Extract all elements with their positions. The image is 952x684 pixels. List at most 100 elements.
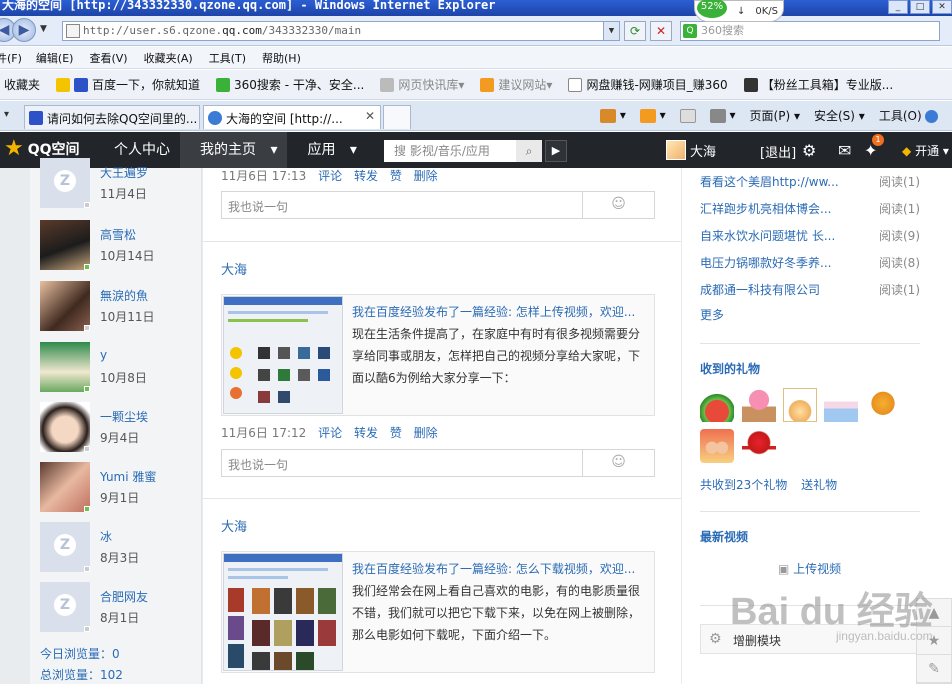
article-title[interactable]: 我在百度经验发布了一篇经验: 怎么下载视频，欢迎... (352, 560, 648, 577)
birthday-cake-gift-icon[interactable] (824, 388, 858, 422)
new-tab-button[interactable] (383, 105, 411, 129)
blog-title[interactable]: 汇祥跑步机亮相体博会... (700, 202, 831, 216)
tab-list-icon[interactable]: ▾ (4, 109, 9, 120)
menu-view[interactable]: 查看(V) (89, 50, 127, 66)
refresh-button[interactable]: ⟳ (624, 21, 646, 41)
cake-gift-icon[interactable] (783, 388, 817, 422)
blog-list-item[interactable]: 成都通一科技有限公司 阅读(1) (700, 281, 920, 308)
blog-title[interactable]: 自来水饮水问题堪忧 长... (700, 229, 835, 243)
menu-help[interactable]: 帮助(H) (262, 50, 301, 66)
fav-item-wangpan[interactable]: 网盘赚钱-网赚项目_赚360 (568, 76, 728, 93)
fav-item-webslice[interactable]: 网页快讯库 ▾ (380, 76, 464, 93)
forward-link[interactable]: 转发 (354, 426, 378, 440)
fav-item-suggested[interactable]: 建议网站 ▾ (480, 76, 552, 93)
search-icon[interactable]: ⌕ (516, 140, 542, 162)
watermelon-gift-icon[interactable] (700, 388, 734, 422)
blog-list-item[interactable]: 电压力锅哪款好冬季养... 阅读(8) (700, 254, 920, 281)
tools-menu[interactable]: 工具(O) (879, 107, 939, 124)
menu-tools[interactable]: 工具(T) (209, 50, 246, 66)
favorites-button[interactable]: 收藏夹 (4, 76, 40, 93)
menu-favorites[interactable]: 收藏夹(A) (144, 50, 193, 66)
delete-link[interactable]: 删除 (414, 426, 438, 440)
send-gift-link[interactable]: 送礼物 (801, 478, 837, 492)
post-author[interactable]: 大海 (221, 259, 247, 278)
visitor-item[interactable]: 一颗尘埃 9月4日 (40, 402, 200, 454)
comment-input[interactable]: 我也说一句 ☺ (221, 449, 655, 477)
close-tab-icon[interactable]: ✕ (365, 109, 375, 123)
search-input[interactable]: Q 360搜索 (680, 21, 940, 41)
bear-gift-icon[interactable] (866, 388, 900, 422)
address-dropdown-icon[interactable]: ▼ (603, 22, 619, 40)
blog-list-item[interactable]: 自来水饮水问题堪忧 长... 阅读(9) (700, 227, 920, 254)
visitor-name[interactable]: 冰 (100, 528, 112, 545)
tab-qq-question[interactable]: 请问如何去除QQ空间里的... (24, 105, 200, 129)
gear-icon[interactable]: ⚙ (802, 141, 816, 160)
home-button[interactable]: ▾ (600, 108, 626, 123)
fav-item-360search[interactable]: 360搜索 - 干净、安全... (216, 76, 364, 93)
history-dropdown-icon[interactable]: ▼ (40, 24, 47, 34)
emoji-icon[interactable]: ☺ (582, 450, 654, 476)
menu-file[interactable]: 件(F) (0, 50, 22, 66)
visitor-name[interactable]: y (100, 348, 107, 362)
visitor-name[interactable]: 一颗尘埃 (100, 408, 148, 425)
delete-link[interactable]: 删除 (414, 169, 438, 183)
more-link[interactable]: 更多 (700, 306, 724, 323)
nav-apps[interactable]: 应用 ▾ (287, 132, 366, 168)
stop-button[interactable]: ✕ (650, 21, 672, 41)
logout-link[interactable]: [退出] (760, 142, 796, 161)
shared-article-card[interactable]: 我在百度经验发布了一篇经验: 怎么下载视频，欢迎... 我们经常会在网上看自己喜… (221, 551, 655, 673)
shared-article-card[interactable]: 我在百度经验发布了一篇经验: 怎样上传视频，欢迎... 现在生活条件提高了，在家… (221, 294, 655, 416)
visitor-item[interactable]: Yumi 雅蜜 9月1日 (40, 462, 200, 514)
network-monitor[interactable]: 52% ↓ 0K/S (694, 0, 784, 22)
mail-button[interactable] (679, 108, 696, 123)
visitor-name[interactable]: 合肥网友 (100, 588, 148, 605)
fav-item-fans-toolbox[interactable]: 【粉丝工具箱】专业版... (743, 76, 893, 93)
address-input[interactable]: http://user.s6.qzone.qq.com/343332330/ma… (62, 21, 620, 41)
visitor-item[interactable]: 大王遍罗 11月4日 (40, 158, 200, 210)
visitor-item[interactable]: 合肥网友 8月1日 (40, 582, 200, 634)
safety-menu[interactable]: 安全(S) ▾ (814, 107, 865, 124)
close-icon[interactable]: ✕ (932, 0, 952, 14)
visitor-item[interactable]: 冰 8月3日 (40, 522, 200, 574)
open-vip-button[interactable]: ◆ 开通 ▾ (902, 142, 949, 159)
qzone-search-input[interactable]: 搜 影视/音乐/应用 ⌕ (384, 140, 542, 162)
visitor-name[interactable]: 高雪松 (100, 226, 136, 243)
visitor-item[interactable]: 高雪松 10月14日 (40, 220, 200, 272)
visitor-name[interactable]: Yumi 雅蜜 (100, 468, 156, 485)
cupcake-gift-icon[interactable] (742, 388, 776, 422)
scarf-gift-icon[interactable] (742, 429, 776, 463)
visitor-item[interactable]: y 10月8日 (40, 342, 200, 394)
edit-icon[interactable]: ✎ (917, 655, 951, 683)
comment-link[interactable]: 评论 (318, 169, 342, 183)
blog-title[interactable]: 成都通一科技有限公司 (700, 283, 820, 297)
visitor-name[interactable]: 無淚的魚 (100, 287, 148, 304)
print-button[interactable]: ▾ (709, 108, 736, 123)
blog-list-item[interactable]: 汇祥跑步机亮相体博会... 阅读(1) (700, 200, 920, 227)
menu-edit[interactable]: 编辑(E) (36, 50, 74, 66)
mail-icon[interactable]: ✉ (838, 141, 851, 160)
article-title[interactable]: 我在百度经验发布了一篇经验: 怎样上传视频，欢迎... (352, 303, 648, 320)
post-author[interactable]: 大海 (221, 516, 247, 535)
emoji-icon[interactable]: ☺ (582, 192, 654, 218)
gifts-total[interactable]: 共收到23个礼物 (700, 478, 787, 492)
comment-link[interactable]: 评论 (318, 426, 342, 440)
user-profile[interactable]: 大海 (666, 140, 716, 160)
forward-link[interactable]: 转发 (354, 169, 378, 183)
like-link[interactable]: 赞 (390, 169, 402, 183)
maximize-icon[interactable]: □ (910, 0, 930, 14)
play-icon[interactable]: ▶ (545, 140, 567, 162)
visitor-name[interactable]: 大王遍罗 (100, 164, 148, 181)
page-menu[interactable]: 页面(P) ▾ (750, 107, 800, 124)
comment-input[interactable]: 我也说一句 ☺ (221, 191, 655, 219)
feeds-button[interactable]: ▾ (639, 108, 666, 123)
forward-button[interactable]: ▶ (12, 18, 36, 42)
blog-title[interactable]: 电压力锅哪款好冬季养... (700, 256, 831, 270)
visitor-item[interactable]: 無淚的魚 10月11日 (40, 281, 200, 333)
blog-title[interactable]: 看看这个美眉http://ww... (700, 175, 839, 189)
qzone-logo[interactable]: ★ QQ空间 (4, 138, 80, 160)
upload-video-link[interactable]: ▣ 上传视频 (778, 560, 841, 577)
couple-gift-icon[interactable] (700, 429, 734, 463)
minimize-icon[interactable]: _ (888, 0, 908, 14)
tab-dahai-space[interactable]: 大海的空间 [http://... ✕ (203, 105, 381, 129)
fav-item-baidu[interactable]: 百度一下，你就知道 (56, 76, 200, 93)
